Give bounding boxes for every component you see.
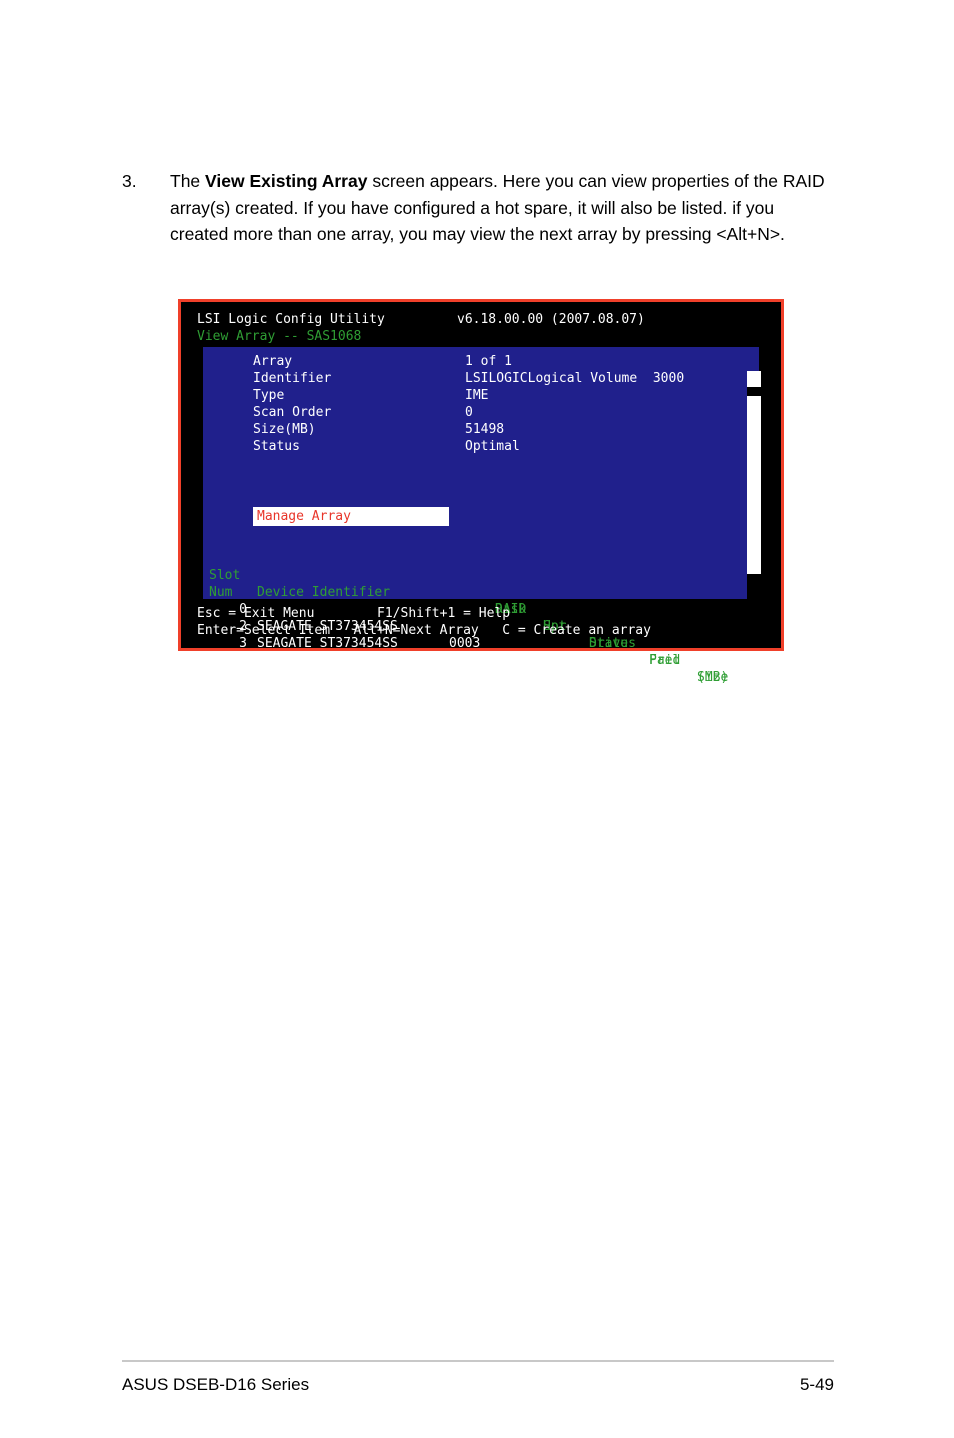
property-label-status: Status [253,439,300,454]
key-hint-line-1: Esc = Exit Menu F1/Shift+1 = Help [197,606,511,621]
cell-pred-fail: No [649,721,665,736]
header-fail: Fail [649,653,681,668]
step-text-emphasis: View Existing Array [205,171,368,191]
cell-hot-spare: NO [543,704,559,719]
cell-size-mb: 34331 [707,755,747,770]
footer-product-name: ASUS DSEB-D16 Series [122,1375,310,1394]
cell-size-mb: 34331 [707,721,747,736]
array-info-panel: Array 1 of 1 Identifier LSILOGICLogical … [203,347,759,770]
cell-drive-status: Ok [589,687,605,702]
cell-device: SEAGATE ST373454SS [257,653,398,668]
cell-hot-spare: NO [543,687,559,702]
property-value-array: 1 of 1 [465,354,512,369]
cell-raid-disk: Yes [495,670,519,685]
terminal-screen: LSI Logic Config Utility v6.18.00.00 (20… [189,308,773,770]
cell-raid-disk: Yes [495,653,519,668]
scrollbar-up-arrow-icon[interactable] [747,371,761,387]
cell-hot-spare: NO [543,670,559,685]
cell-pred-fail: No [649,704,665,719]
utility-title: LSI Logic Config Utility [197,312,385,327]
instruction-step-3: 3. The View Existing Array screen appear… [122,168,834,248]
property-label-array: Array [253,354,293,369]
table-header-row-2: Num Disk Spr Status Fail (MB) [207,567,759,685]
cell-size-mb: 34331 [707,738,747,753]
step-body: The View Existing Array screen appears. … [170,168,834,248]
lsi-config-utility-screenshot: LSI Logic Config Utility v6.18.00.00 (20… [178,299,784,770]
header-size-units: (MB) [697,670,729,685]
key-hint-line-2: Enter=Select Item Alt+N=Next Array C = C… [197,623,651,638]
property-label-type: Type [253,388,285,403]
table-header-row-1: Slot Device Identifier RAID Hot Drive Pr… [207,550,759,685]
cell-pred-fail: No [649,738,665,753]
screen-subtitle: View Array -- SAS1068 [197,329,362,344]
table-row[interactable]: 0 SEAGATE ST373454SS 0003 Yes NO Ok No 3… [207,584,759,736]
footer-divider [122,1360,834,1362]
property-value-scan-order: 0 [465,405,473,420]
footer-page-number: 5-49 [799,1375,834,1394]
step-number: 3. [122,171,137,191]
vertical-scrollbar-thumb[interactable] [747,396,761,574]
step-text-prefix: The [170,171,206,191]
utility-version: v6.18.00.00 (2007.08.07) [457,312,645,327]
property-label-size-mb: Size(MB) [253,422,316,437]
property-value-size-mb: 51498 [465,422,505,437]
property-value-identifier: LSILOGICLogical Volume 3000 [465,371,685,386]
cell-drive-status: Ok [589,721,605,736]
cell-firmware: 0003 [449,670,481,685]
cell-drive-status: Ok [589,704,605,719]
manage-array-menu-item[interactable]: Manage Array [253,507,449,526]
cell-raid-disk: Yes [495,687,519,702]
property-label-identifier: Identifier [253,371,332,386]
property-label-scan-order: Scan Order [253,405,332,420]
property-value-type: IME [465,388,489,403]
cell-firmware: 0003 [449,653,481,668]
manage-array-label: Manage Array [257,509,351,524]
property-value-status: Optimal [465,439,520,454]
